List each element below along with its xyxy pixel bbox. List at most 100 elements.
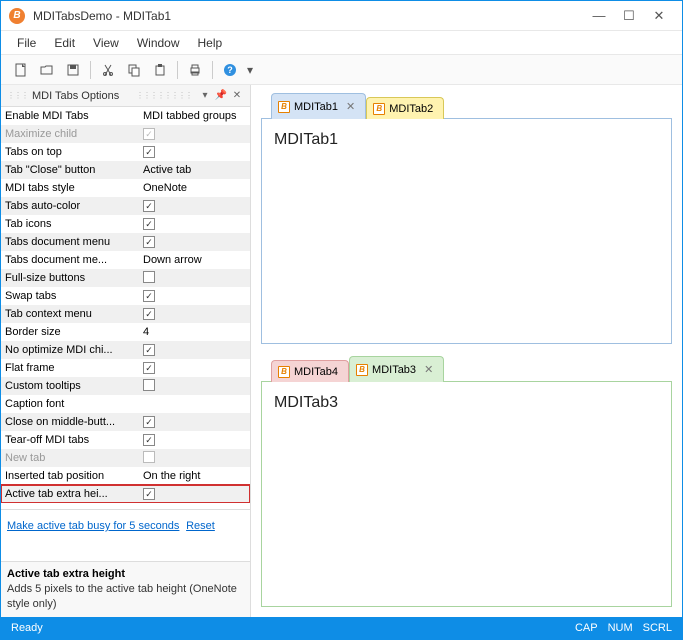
option-value[interactable] bbox=[139, 451, 250, 466]
panel-dropdown-icon[interactable]: ▾ bbox=[198, 89, 212, 103]
checkbox[interactable] bbox=[143, 271, 155, 283]
option-value[interactable]: MDI tabbed groups bbox=[139, 110, 250, 122]
maximize-button[interactable]: ☐ bbox=[614, 5, 644, 27]
option-row[interactable]: Full-size buttons bbox=[1, 269, 250, 287]
desc-text: Adds 5 pixels to the active tab height (… bbox=[7, 582, 244, 611]
new-button[interactable] bbox=[9, 58, 33, 82]
menu-edit[interactable]: Edit bbox=[46, 33, 83, 53]
mdi-tab[interactable]: BMDITab2 bbox=[366, 97, 444, 119]
option-row[interactable]: Tear-off MDI tabs✓ bbox=[1, 431, 250, 449]
panel-header: ⋮⋮⋮ MDI Tabs Options ⋮⋮⋮⋮⋮⋮⋮⋮ ▾ 📌 ✕ bbox=[1, 85, 250, 107]
copy-button[interactable] bbox=[122, 58, 146, 82]
checkbox[interactable]: ✓ bbox=[143, 290, 155, 302]
checkbox[interactable]: ✓ bbox=[143, 218, 155, 230]
save-button[interactable] bbox=[61, 58, 85, 82]
option-value[interactable]: Down arrow bbox=[139, 254, 250, 266]
mdi-tab[interactable]: BMDITab3✕ bbox=[349, 356, 444, 382]
mdi-area: BMDITab1✕BMDITab2 MDITab1 BMDITab4BMDITa… bbox=[251, 85, 682, 617]
tab-label: MDITab4 bbox=[294, 366, 338, 378]
status-text: Ready bbox=[11, 622, 565, 634]
option-value[interactable]: ✓ bbox=[139, 344, 250, 357]
app-icon: B bbox=[9, 8, 25, 24]
option-row[interactable]: Tabs document menu✓ bbox=[1, 233, 250, 251]
checkbox[interactable]: ✓ bbox=[143, 236, 155, 248]
option-value[interactable]: Active tab bbox=[139, 164, 250, 176]
checkbox[interactable] bbox=[143, 379, 155, 391]
option-row[interactable]: Tab context menu✓ bbox=[1, 305, 250, 323]
option-value[interactable]: ✓ bbox=[139, 416, 250, 429]
option-label: Active tab extra hei... bbox=[1, 488, 139, 500]
option-value[interactable]: ✓ bbox=[139, 218, 250, 231]
document-icon: B bbox=[278, 366, 290, 378]
option-row[interactable]: New tab bbox=[1, 449, 250, 467]
reset-link[interactable]: Reset bbox=[186, 520, 215, 532]
busy-link[interactable]: Make active tab busy for 5 seconds bbox=[7, 520, 179, 532]
panel-title: MDI Tabs Options bbox=[32, 90, 136, 102]
mdi-tab[interactable]: BMDITab1✕ bbox=[271, 93, 366, 119]
close-button[interactable]: ✕ bbox=[644, 5, 674, 27]
option-row[interactable]: Inserted tab positionOn the right bbox=[1, 467, 250, 485]
option-value[interactable]: 4 bbox=[139, 326, 250, 338]
checkbox[interactable]: ✓ bbox=[143, 344, 155, 356]
option-row[interactable]: Tabs document me...Down arrow bbox=[1, 251, 250, 269]
checkbox[interactable]: ✓ bbox=[143, 308, 155, 320]
grip-icon: ⋮⋮⋮⋮⋮⋮⋮⋮ bbox=[136, 91, 192, 100]
separator bbox=[212, 61, 213, 79]
option-value[interactable] bbox=[139, 379, 250, 394]
mdi-tab[interactable]: B MDITab4 bbox=[271, 360, 349, 382]
minimize-button[interactable]: — bbox=[584, 5, 614, 27]
menu-view[interactable]: View bbox=[85, 33, 127, 53]
checkbox[interactable]: ✓ bbox=[143, 362, 155, 374]
cut-button[interactable] bbox=[96, 58, 120, 82]
option-row[interactable]: Tabs auto-color ✓ bbox=[1, 197, 250, 215]
option-value[interactable]: ✓ bbox=[139, 290, 250, 303]
option-value[interactable]: ✓ bbox=[139, 308, 250, 321]
option-row[interactable]: Border size4 bbox=[1, 323, 250, 341]
body: ⋮⋮⋮ MDI Tabs Options ⋮⋮⋮⋮⋮⋮⋮⋮ ▾ 📌 ✕ Enab… bbox=[1, 85, 682, 617]
option-value[interactable]: ✓ bbox=[139, 434, 250, 447]
option-row[interactable]: Tabs on top✓ bbox=[1, 143, 250, 161]
menu-window[interactable]: Window bbox=[129, 33, 188, 53]
option-row[interactable]: Enable MDI TabsMDI tabbed groups bbox=[1, 107, 250, 125]
help-dropdown[interactable]: ▾ bbox=[244, 58, 256, 82]
open-button[interactable] bbox=[35, 58, 59, 82]
option-value[interactable]: ✓ bbox=[139, 128, 250, 141]
option-label: Tabs auto-color bbox=[1, 200, 139, 212]
option-row[interactable]: Tab "Close" buttonActive tab bbox=[1, 161, 250, 179]
paste-button[interactable] bbox=[148, 58, 172, 82]
checkbox[interactable]: ✓ bbox=[143, 146, 155, 158]
help-button[interactable]: ? bbox=[218, 58, 242, 82]
option-row[interactable]: Custom tooltips bbox=[1, 377, 250, 395]
option-value[interactable]: On the right bbox=[139, 470, 250, 482]
option-row[interactable]: No optimize MDI chi...✓ bbox=[1, 341, 250, 359]
option-value[interactable]: ✓ bbox=[139, 146, 250, 159]
pin-icon[interactable]: 📌 bbox=[214, 89, 228, 103]
option-value[interactable] bbox=[139, 271, 250, 286]
option-value[interactable]: ✓ bbox=[139, 236, 250, 249]
option-label: Full-size buttons bbox=[1, 272, 139, 284]
option-value[interactable]: ✓ bbox=[139, 200, 250, 213]
option-value[interactable]: OneNote bbox=[139, 182, 250, 194]
panel-close-icon[interactable]: ✕ bbox=[230, 89, 244, 103]
option-value[interactable]: ✓ bbox=[139, 488, 250, 501]
checkbox[interactable]: ✓ bbox=[143, 416, 155, 428]
option-row[interactable]: Caption font bbox=[1, 395, 250, 413]
tab-label: MDITab3 bbox=[372, 364, 416, 376]
checkbox[interactable]: ✓ bbox=[143, 434, 155, 446]
tab-close-icon[interactable]: ✕ bbox=[346, 100, 355, 113]
option-row[interactable]: MDI tabs styleOneNote bbox=[1, 179, 250, 197]
options-grid: Enable MDI TabsMDI tabbed groupsMaximize… bbox=[1, 107, 250, 503]
option-row[interactable]: Maximize child✓ bbox=[1, 125, 250, 143]
option-row[interactable]: Tab icons✓ bbox=[1, 215, 250, 233]
option-row[interactable]: Active tab extra hei... ✓ bbox=[1, 485, 250, 503]
tab-close-icon[interactable]: ✕ bbox=[424, 363, 433, 376]
checkbox[interactable]: ✓ bbox=[143, 200, 155, 212]
menu-file[interactable]: File bbox=[9, 33, 44, 53]
option-row[interactable]: Flat frame✓ bbox=[1, 359, 250, 377]
option-value[interactable]: ✓ bbox=[139, 362, 250, 375]
option-row[interactable]: Swap tabs✓ bbox=[1, 287, 250, 305]
print-button[interactable] bbox=[183, 58, 207, 82]
option-row[interactable]: Close on middle-butt...✓ bbox=[1, 413, 250, 431]
checkbox[interactable]: ✓ bbox=[143, 488, 155, 500]
menu-help[interactable]: Help bbox=[190, 33, 231, 53]
